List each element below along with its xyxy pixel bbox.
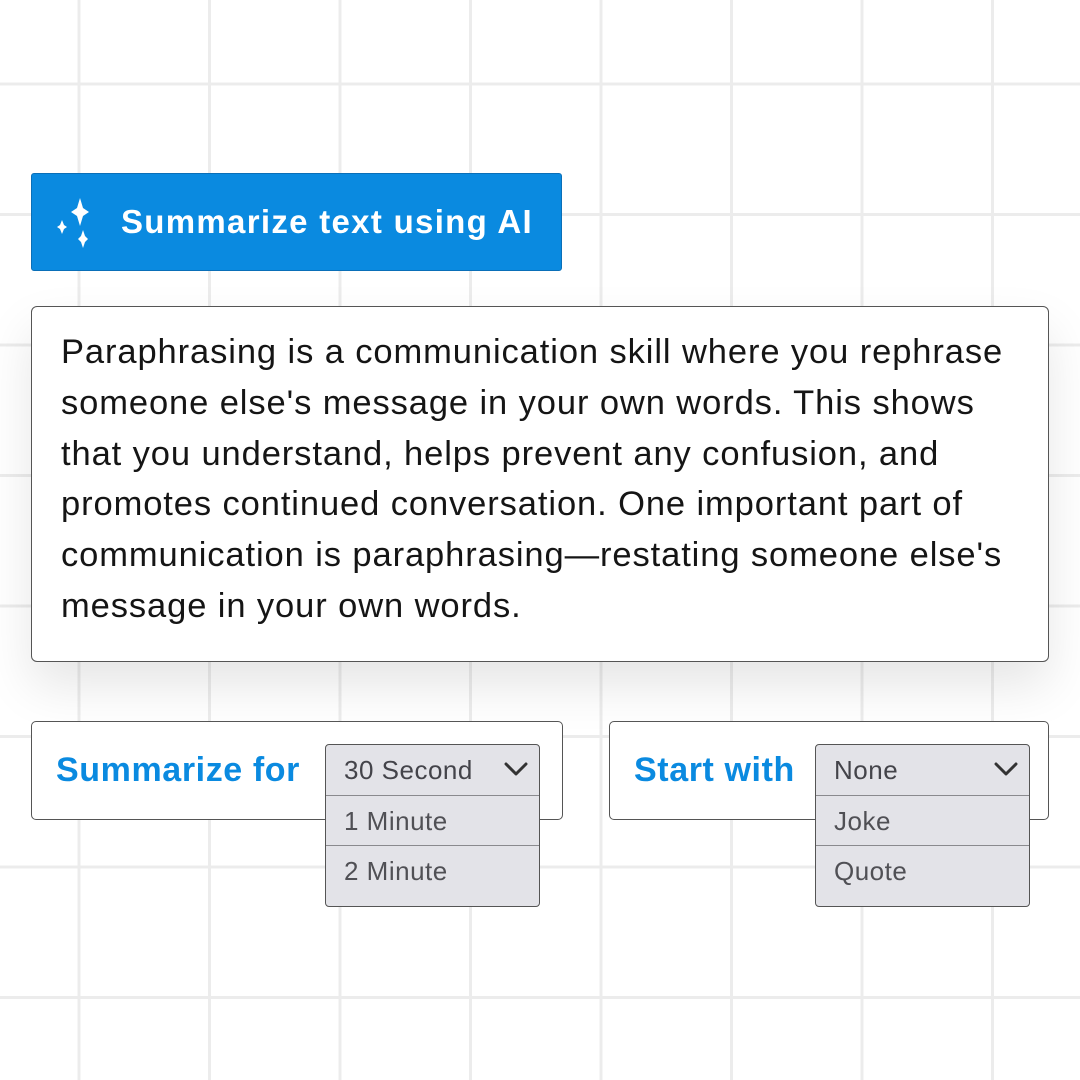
start-with-option-joke[interactable]: Joke (816, 796, 1029, 846)
source-text: Paraphrasing is a communication skill wh… (61, 333, 1004, 625)
start-with-option-none[interactable]: None (816, 745, 1029, 796)
option-label: 30 Second (344, 755, 473, 785)
option-label: Joke (834, 805, 891, 836)
summarize-for-label: Summarize for (56, 751, 300, 789)
option-label: None (834, 755, 899, 785)
start-with-label: Start with (634, 751, 795, 789)
source-text-box[interactable]: Paraphrasing is a communication skill wh… (31, 306, 1049, 662)
option-label: 1 Minute (344, 805, 448, 836)
summarize-ai-button-label: Summarize text using AI (121, 203, 533, 240)
option-label: Quote (834, 856, 908, 886)
summarize-ai-button[interactable]: Summarize text using AI (31, 173, 562, 271)
summarize-for-option-2-minute[interactable]: 2 Minute (326, 846, 539, 897)
summarize-for-option-1-minute[interactable]: 1 Minute (326, 796, 539, 846)
summarize-for-dropdown[interactable]: 30 Second 1 Minute 2 Minute (325, 744, 540, 907)
chevron-down-icon (994, 762, 1018, 776)
summarize-for-option-30-second[interactable]: 30 Second (326, 745, 539, 796)
start-with-option-quote[interactable]: Quote (816, 846, 1029, 897)
start-with-dropdown[interactable]: None Joke Quote (815, 744, 1030, 907)
sparkle-icon (57, 198, 89, 248)
chevron-down-icon (504, 762, 528, 776)
option-label: 2 Minute (344, 856, 448, 886)
